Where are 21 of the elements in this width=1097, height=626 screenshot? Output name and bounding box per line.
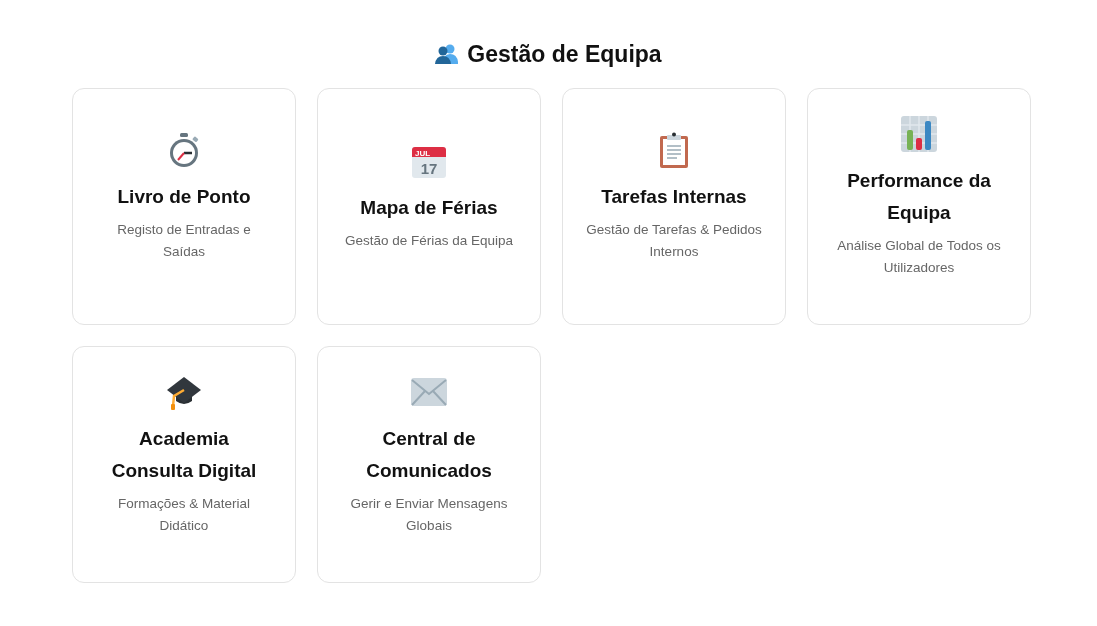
card-title: Central de Comunicados [365, 426, 493, 483]
bar-chart-icon [901, 114, 937, 153]
card-title: Performance da Equipa [846, 168, 992, 225]
module-card[interactable]: Livro de Ponto Registo de Entradas e Saídas [72, 88, 296, 325]
card-description: Gestão de Férias da Equipa [344, 231, 514, 250]
module-card[interactable]: JUL 17 Mapa de Férias Gestão de Férias da Equipa [317, 88, 541, 325]
card-title: Academia Consulta Digital [110, 426, 258, 483]
card-description: Gerir e Enviar Mensagens Globais [349, 494, 509, 535]
card-description: Registo de Entradas e Saídas [116, 220, 252, 261]
card-description: Formações & Material Didático [116, 494, 251, 535]
card-description: Gestão de Tarefas & Pedidos Internos [585, 220, 763, 261]
module-card[interactable]: Academia Consulta Digital Formações & Material Didático [72, 346, 296, 583]
module-card[interactable]: Central de Comunicados Gerir e Enviar Mensagens Globais [317, 346, 541, 583]
card-title: Tarefas Internas [600, 184, 748, 209]
module-card[interactable]: Performance da Equipa Análise Global de Todos os Utilizadores [807, 88, 1031, 325]
module-card[interactable]: Tarefas Internas Gestão de Tarefas & Pedidos Internos [562, 88, 786, 325]
people-icon [435, 44, 460, 64]
card-description: Análise Global de Todos os Utilizadores [836, 236, 1002, 277]
card-title: Mapa de Férias [359, 195, 499, 220]
card-title: Livro de Ponto [116, 184, 252, 209]
page-title: Gestão de Equipa [467, 40, 662, 69]
